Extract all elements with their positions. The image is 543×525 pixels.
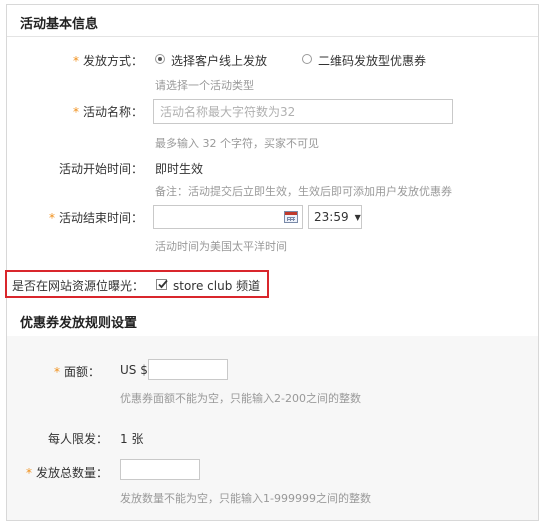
start-time-hint: 备注：活动提交后立即生效，生效后即可添加用户发放优惠券 <box>155 185 452 198</box>
denomination-hint: 优惠券面额不能为空，只能输入2-200之间的整数 <box>120 392 361 405</box>
required-star: * <box>72 54 79 68</box>
activity-name-hint: 最多输入 32 个字符，买家不可见 <box>155 137 319 150</box>
issue-method-radio-qrcode[interactable] <box>302 54 312 64</box>
total-quantity-hint: 发放数量不能为空，只能输入1-999999之间的整数 <box>120 492 371 505</box>
required-star: * <box>72 105 79 119</box>
exposure-label: 是否在网站资源位曝光： <box>12 279 145 293</box>
required-star: * <box>25 466 32 480</box>
issue-method-label-text: 发放方式： <box>82 54 143 68</box>
denomination-input[interactable] <box>148 359 228 380</box>
denomination-label: * 面额： <box>54 363 100 380</box>
denomination-label-text: 面额： <box>63 365 100 379</box>
total-quantity-label: * 发放总数量： <box>26 464 108 481</box>
end-time-label: * 活动结束时间： <box>49 209 143 226</box>
total-quantity-input[interactable] <box>120 459 200 480</box>
chevron-down-icon: ▼ <box>354 212 361 222</box>
end-time-select[interactable]: 23:59 ▼ <box>308 205 362 229</box>
issue-method-hint: 请选择一个活动类型 <box>155 79 254 92</box>
required-star: * <box>53 365 60 379</box>
activity-name-label: * 活动名称： <box>73 103 143 120</box>
section-divider <box>7 36 538 37</box>
exposure-checkbox[interactable] <box>156 279 168 290</box>
per-person-limit-value: 1 张 <box>120 432 144 446</box>
checkmark-icon <box>158 279 168 289</box>
issue-method-option-qrcode[interactable]: 二维码发放型优惠券 <box>318 52 426 69</box>
activity-name-label-text: 活动名称： <box>82 105 143 119</box>
calendar-icon[interactable] <box>284 211 298 223</box>
end-time-select-value: 23:59 <box>314 210 349 224</box>
issue-method-label: * 发放方式： <box>73 52 143 69</box>
end-date-input[interactable] <box>153 205 303 229</box>
end-time-label-text: 活动结束时间： <box>58 211 143 225</box>
section-title-basic-info: 活动基本信息 <box>20 17 99 32</box>
issue-method-radio-online[interactable] <box>155 54 165 64</box>
required-star: * <box>48 211 55 225</box>
total-quantity-label-text: 发放总数量： <box>35 466 108 480</box>
exposure-option-label[interactable]: store club 频道 <box>173 277 260 294</box>
start-time-value: 即时生效 <box>155 162 204 176</box>
section-title-rules: 优惠券发放规则设置 <box>20 316 138 331</box>
start-time-label: 活动开始时间： <box>58 162 143 176</box>
end-time-hint: 活动时间为美国太平洋时间 <box>155 240 287 253</box>
issue-method-option-online[interactable]: 选择客户线上发放 <box>171 52 267 69</box>
activity-name-input[interactable] <box>153 99 453 124</box>
per-person-limit-label: 每人限发： <box>47 432 108 446</box>
denomination-currency: US $ <box>120 363 148 377</box>
